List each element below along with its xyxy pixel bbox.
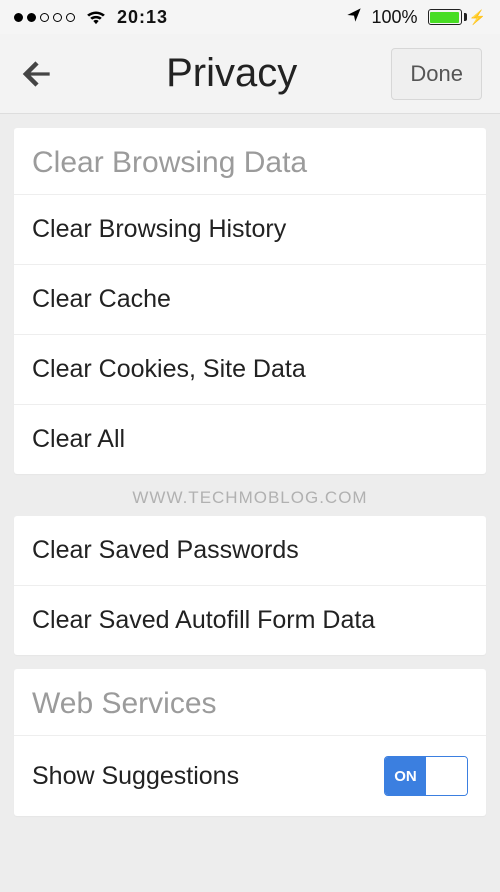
show-suggestions-label: Show Suggestions (32, 762, 239, 791)
watermark: WWW.TECHMOBLOG.COM (14, 488, 486, 508)
clear-cookies-site-data[interactable]: Clear Cookies, Site Data (14, 335, 486, 405)
status-bar: 20:13 100% ⚡ (0, 0, 500, 34)
location-icon (346, 7, 362, 28)
page-title: Privacy (72, 51, 391, 96)
toggle-on-label: ON (385, 757, 426, 795)
content-area: Clear Browsing Data Clear Browsing Histo… (0, 114, 500, 844)
signal-dots (14, 13, 75, 22)
battery-percent: 100% (372, 7, 418, 28)
section-header-clear-data: Clear Browsing Data (14, 128, 486, 195)
show-suggestions-row: Show Suggestions ON (14, 736, 486, 816)
clear-browsing-data-card: Clear Browsing Data Clear Browsing Histo… (14, 128, 486, 474)
clear-browsing-history[interactable]: Clear Browsing History (14, 195, 486, 265)
web-services-card: Web Services Show Suggestions ON (14, 669, 486, 816)
section-header-web-services: Web Services (14, 669, 486, 736)
saved-data-card: Clear Saved Passwords Clear Saved Autofi… (14, 516, 486, 655)
battery-icon: ⚡ (428, 9, 486, 26)
clear-saved-autofill[interactable]: Clear Saved Autofill Form Data (14, 586, 486, 655)
navbar: Privacy Done (0, 34, 500, 114)
clear-saved-passwords[interactable]: Clear Saved Passwords (14, 516, 486, 586)
done-button[interactable]: Done (391, 48, 482, 100)
show-suggestions-toggle[interactable]: ON (384, 756, 468, 796)
toggle-knob (426, 757, 467, 795)
back-button[interactable] (18, 55, 72, 93)
status-time: 20:13 (117, 7, 168, 28)
wifi-icon (85, 9, 107, 25)
arrow-left-icon (18, 55, 56, 93)
clear-all[interactable]: Clear All (14, 405, 486, 474)
clear-cache[interactable]: Clear Cache (14, 265, 486, 335)
